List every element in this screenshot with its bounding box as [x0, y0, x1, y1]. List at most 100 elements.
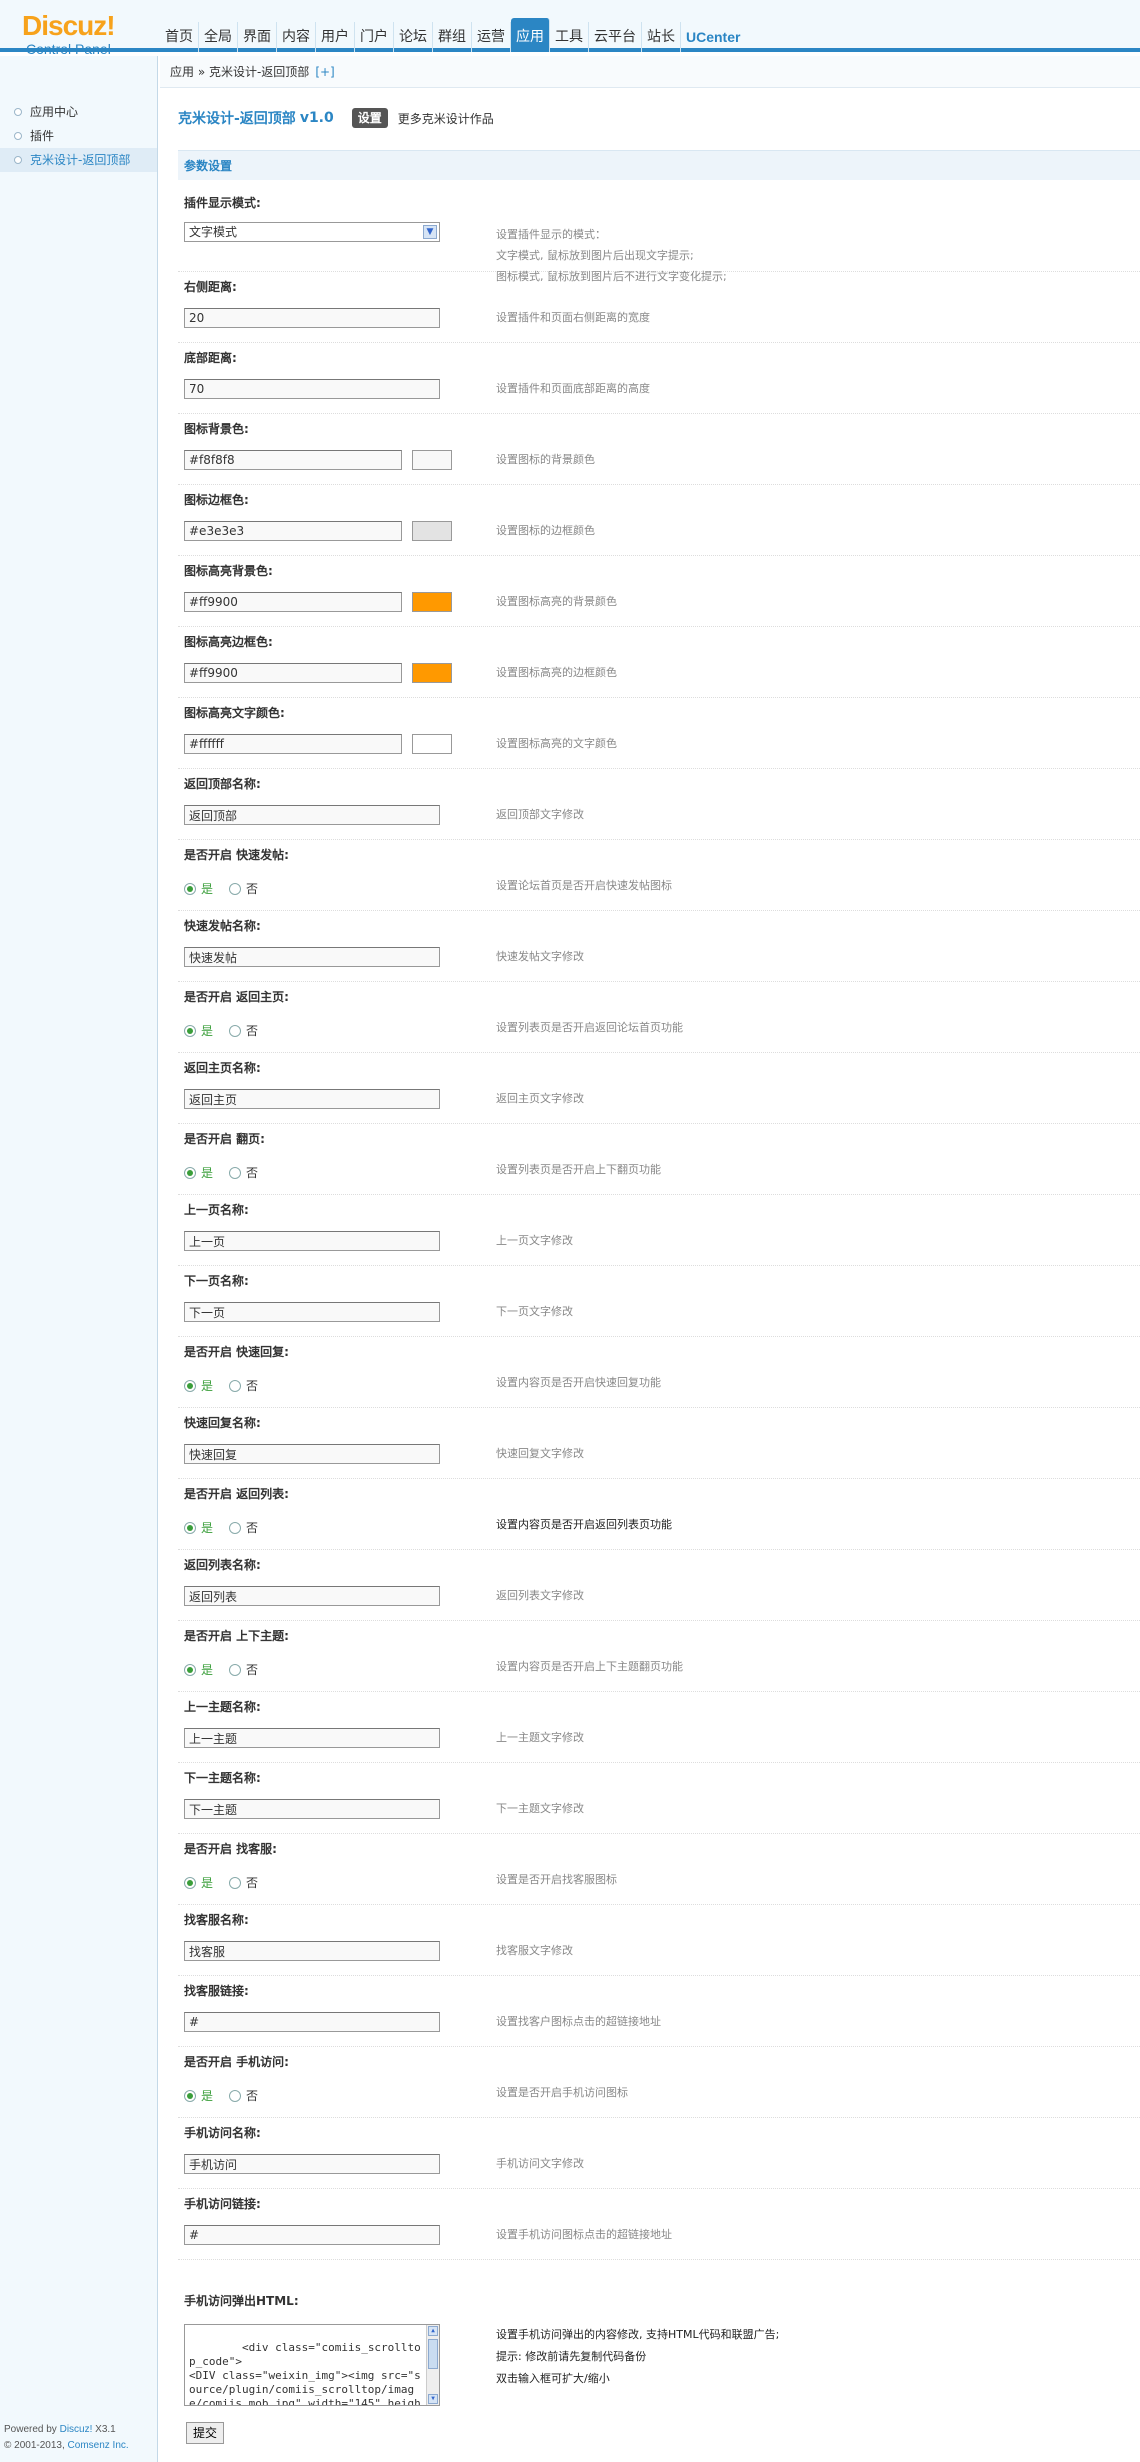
radio-checked-icon: [184, 1663, 196, 1676]
radio-yes[interactable]: 是: [184, 1519, 213, 1536]
field-label: 返回顶部名称:: [184, 777, 261, 791]
submit-button[interactable]: 提交: [186, 2422, 225, 2444]
radio-yes[interactable]: 是: [184, 1022, 213, 1039]
icon-bg-input[interactable]: [184, 450, 402, 470]
icon-hl-text-input[interactable]: [184, 734, 402, 754]
radio-no[interactable]: 否: [229, 1519, 258, 1536]
radio-yes-label: 是: [201, 1876, 214, 1890]
comsenz-link[interactable]: Comsenz Inc.: [68, 2440, 129, 2451]
fast-post-name-input[interactable]: [184, 947, 440, 967]
field-label: 手机访问名称:: [184, 2126, 261, 2140]
row-right-dist: 右侧距离: 设置插件和页面右侧距离的宽度: [178, 272, 1140, 343]
nav-item[interactable]: 界面: [238, 22, 277, 52]
next-page-input[interactable]: [184, 1302, 440, 1322]
radio-no[interactable]: 否: [229, 1022, 258, 1039]
field-description: 设置论坛首页是否开启快速发帖图标: [496, 879, 672, 892]
radio-no[interactable]: 否: [229, 1661, 258, 1678]
radio-yes[interactable]: 是: [184, 1661, 213, 1678]
add-shortcut-button[interactable]: [+]: [315, 65, 334, 79]
mobile-link-input[interactable]: [184, 2225, 440, 2245]
radio-yes[interactable]: 是: [184, 1377, 213, 1394]
field-label: 上一页名称:: [184, 1203, 249, 1217]
scroll-thumb[interactable]: [428, 2339, 438, 2369]
radio-no[interactable]: 否: [229, 880, 258, 897]
next-topic-input[interactable]: [184, 1799, 440, 1819]
row-display-mode: 插件显示模式: 文字模式 ▼ 设置插件显示的模式： 文字模式, 鼠标放到图片后出…: [178, 188, 1140, 283]
nav-item[interactable]: 门户: [355, 22, 394, 52]
nav-item[interactable]: 群组: [433, 22, 472, 52]
nav-item[interactable]: 论坛: [394, 22, 433, 52]
radio-yes[interactable]: 是: [184, 2087, 213, 2104]
home-name-input[interactable]: [184, 1089, 440, 1109]
radio-yes[interactable]: 是: [184, 1874, 213, 1891]
textarea-scrollbar[interactable]: ▲ ▼: [426, 2325, 439, 2405]
row-prev-topic: 上一主题名称: 上一主题文字修改: [178, 1692, 1140, 1763]
field-description: 设置图标高亮的文字颜色: [496, 737, 617, 750]
discuz-logo[interactable]: Discuz! Control Panel: [22, 12, 142, 58]
radio-no[interactable]: 否: [229, 1377, 258, 1394]
sidebar-item-comiis-scrolltop[interactable]: 克米设计-返回顶部: [0, 148, 157, 172]
color-swatch[interactable]: [412, 592, 452, 612]
nav-item[interactable]: 工具: [550, 22, 589, 52]
description-line-3: 双击输入框可扩大/缩小: [496, 2372, 610, 2385]
radio-yes[interactable]: 是: [184, 1164, 213, 1181]
more-works-link[interactable]: 更多克米设计作品: [398, 110, 494, 127]
radio-yes-label: 是: [201, 1166, 214, 1180]
service-link-input[interactable]: [184, 2012, 440, 2032]
field-label: 是否开启 手机访问:: [184, 2055, 289, 2069]
top-name-input[interactable]: [184, 805, 440, 825]
nav-item[interactable]: 内容: [277, 22, 316, 52]
radio-yes[interactable]: 是: [184, 880, 213, 897]
row-icon-border: 图标边框色: 设置图标的边框颜色: [178, 485, 1140, 556]
field-label: 图标边框色:: [184, 493, 249, 507]
color-swatch[interactable]: [412, 734, 452, 754]
radio-no[interactable]: 否: [229, 1874, 258, 1891]
radio-yes-label: 是: [201, 2089, 214, 2103]
nav-item[interactable]: 全局: [199, 22, 238, 52]
field-description: 设置手机访问图标点击的超链接地址: [496, 2228, 672, 2241]
display-mode-select[interactable]: 文字模式 ▼: [184, 222, 440, 242]
field-description: 下一主题文字修改: [496, 1802, 584, 1815]
discuz-link[interactable]: Discuz!: [60, 2424, 93, 2435]
fast-post-on-radio-group: 是否: [184, 880, 274, 897]
prev-topic-input[interactable]: [184, 1728, 440, 1748]
list-name-input[interactable]: [184, 1586, 440, 1606]
radio-no[interactable]: 否: [229, 1164, 258, 1181]
nav-item[interactable]: 运营: [472, 22, 511, 52]
icon-hl-border-input[interactable]: [184, 663, 402, 683]
nav-item[interactable]: 站长: [642, 22, 681, 52]
color-swatch[interactable]: [412, 521, 452, 541]
scroll-up-icon[interactable]: ▲: [428, 2326, 438, 2336]
sidebar-item-plugins[interactable]: 插件: [0, 124, 157, 148]
icon-border-input[interactable]: [184, 521, 402, 541]
color-swatch[interactable]: [412, 663, 452, 683]
field-description: 设置内容页是否开启返回列表页功能: [496, 1518, 672, 1531]
radio-yes-label: 是: [201, 1663, 214, 1677]
mobile-name-input[interactable]: [184, 2154, 440, 2174]
bottom-dist-input[interactable]: [184, 379, 440, 399]
nav-item[interactable]: 应用: [511, 18, 550, 52]
nav-item[interactable]: UCenter: [681, 22, 745, 52]
icon-hl-bg-input[interactable]: [184, 592, 402, 612]
mobile-html-textarea[interactable]: <div class="comiis_scrolltop_code"> <DIV…: [184, 2324, 440, 2406]
row-list-name: 返回列表名称: 返回列表文字修改: [178, 1550, 1140, 1621]
service-name-input[interactable]: [184, 1941, 440, 1961]
field-description: 设置手机访问弹出的内容修改, 支持HTML代码和联盟广告; 提示: 修改前请先复…: [496, 2324, 779, 2390]
nav-item[interactable]: 用户: [316, 22, 355, 52]
radio-no[interactable]: 否: [229, 2087, 258, 2104]
color-swatch[interactable]: [412, 450, 452, 470]
top-nav: 首页 全局 界面 内容 用户 门户 论坛 群组 运营 应用 工具 云平台 站长 UCenter: [160, 18, 745, 52]
row-mobile-name: 手机访问名称: 手机访问文字修改: [178, 2118, 1140, 2189]
fast-reply-name-input[interactable]: [184, 1444, 440, 1464]
row-fast-reply-name: 快速回复名称: 快速回复文字修改: [178, 1408, 1140, 1479]
sidebar-item-app-center[interactable]: 应用中心: [0, 100, 157, 124]
settings-button[interactable]: 设置: [351, 108, 388, 128]
row-service-name: 找客服名称: 找客服文字修改: [178, 1905, 1140, 1976]
prev-page-input[interactable]: [184, 1231, 440, 1251]
nav-item[interactable]: 云平台: [589, 22, 642, 52]
field-description: 设置是否开启手机访问图标: [496, 2086, 628, 2099]
radio-checked-icon: [184, 1521, 196, 1534]
nav-item[interactable]: 首页: [160, 22, 199, 52]
right-dist-input[interactable]: [184, 308, 440, 328]
scroll-down-icon[interactable]: ▼: [428, 2394, 438, 2404]
